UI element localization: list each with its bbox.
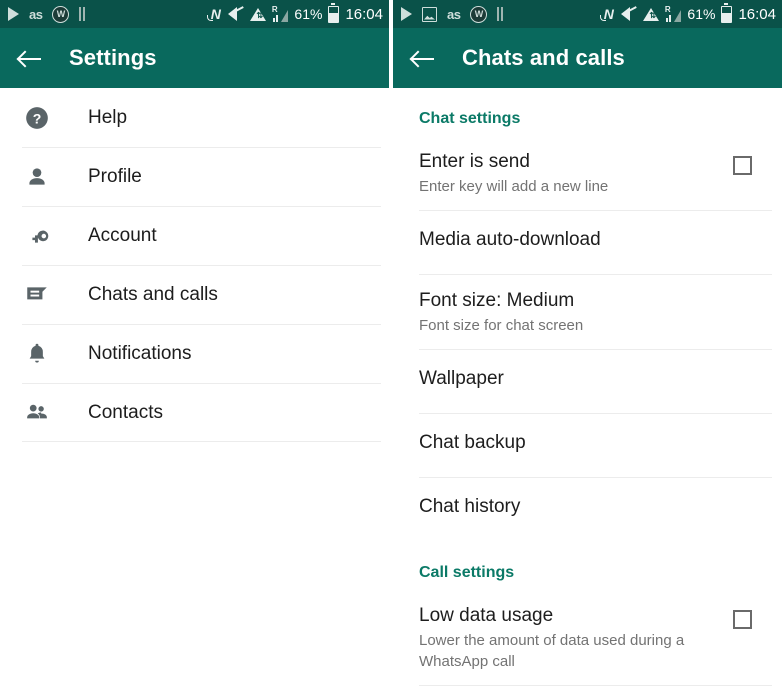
battery-percent-label: 61%: [687, 6, 716, 22]
w-badge-icon: W: [52, 5, 70, 23]
setting-row-wallpaper[interactable]: Wallpaper: [393, 350, 782, 414]
setting-row-enter-is-send[interactable]: Enter is send Enter key will add a new l…: [393, 136, 782, 211]
setting-row-media-auto-download[interactable]: Media auto-download: [393, 211, 782, 275]
nfc-icon: N: [206, 6, 221, 22]
checkbox-enter-is-send[interactable]: [733, 156, 752, 175]
cellular-signal-icon: R: [665, 5, 682, 22]
sidebar-item-label: Contacts: [88, 401, 163, 423]
setting-text: Enter is send Enter key will add a new l…: [419, 150, 733, 197]
page-title: Chats and calls: [462, 45, 625, 70]
back-arrow-icon[interactable]: [17, 45, 43, 71]
w-badge-icon: W: [470, 5, 488, 23]
clock-label: 16:04: [738, 5, 776, 23]
right-panel-chats-and-calls-screen: as W N ⇅ R 61% 16:04 Chats and calls Cha…: [393, 0, 782, 693]
chat-bubble-icon: [20, 278, 54, 312]
play-icon: [8, 7, 19, 21]
battery-icon: [328, 3, 340, 23]
sidebar-item-label: Profile: [88, 165, 142, 187]
page-title: Settings: [69, 45, 157, 70]
image-icon: [422, 6, 437, 22]
setting-row-chat-history[interactable]: Chat history: [393, 478, 782, 542]
sidebar-item-profile[interactable]: Profile: [0, 147, 389, 206]
lastfm-icon: as: [447, 6, 461, 22]
setting-text: Font size: Medium Font size for chat scr…: [419, 289, 782, 336]
section-header-call-settings: Call settings: [419, 564, 515, 581]
sidebar-item-label: Chats and calls: [88, 283, 218, 305]
sidebar-item-label: Notifications: [88, 342, 192, 364]
battery-percent-label: 61%: [294, 6, 323, 22]
setting-row-chat-backup[interactable]: Chat backup: [393, 414, 782, 478]
svg-text:?: ?: [33, 110, 42, 126]
status-bar-left: as W N ⇅ R 61% 16:04: [0, 0, 389, 28]
setting-subtitle: Font size for chat screen: [419, 317, 584, 334]
sidebar-item-account[interactable]: Account: [0, 206, 389, 265]
setting-text: Chat history: [419, 495, 782, 519]
setting-title: Enter is send: [419, 151, 530, 172]
setting-row-font-size[interactable]: Font size: Medium Font size for chat scr…: [393, 275, 782, 350]
section-header-chat-settings: Chat settings: [419, 110, 521, 127]
setting-title: Low data usage: [419, 605, 554, 626]
help-icon: ?: [20, 101, 54, 135]
status-bar-system-icons: N ⇅ R 61% 16:04: [599, 3, 776, 23]
setting-subtitle: Lower the amount of data used during a W…: [419, 632, 685, 670]
sidebar-item-label: Help: [88, 106, 128, 128]
settings-list: ? Help Profile Account Chats and calls N…: [0, 88, 389, 442]
mute-icon: [620, 7, 637, 21]
key-icon: [20, 219, 54, 253]
setting-title: Chat history: [419, 496, 521, 517]
sidebar-item-notifications[interactable]: Notifications: [0, 324, 389, 383]
cellular-signal-icon: R: [272, 5, 289, 22]
wifi-icon: ⇅: [642, 7, 660, 21]
setting-title: Media auto-download: [419, 229, 601, 250]
setting-subtitle: Enter key will add a new line: [419, 178, 609, 195]
setting-text: Chat backup: [419, 431, 782, 455]
nfc-icon: N: [599, 6, 614, 22]
sidebar-item-label: Account: [88, 224, 157, 246]
clock-label: 16:04: [345, 5, 383, 23]
mute-icon: [227, 7, 244, 21]
sidebar-item-chats-and-calls[interactable]: Chats and calls: [0, 265, 389, 324]
status-bar-right: as W N ⇅ R 61% 16:04: [393, 0, 782, 28]
setting-title: Font size: Medium: [419, 290, 575, 311]
checkbox-low-data-usage[interactable]: [733, 610, 752, 629]
sidebar-item-help[interactable]: ? Help: [0, 88, 389, 147]
chats-and-calls-toolbar: Chats and calls: [393, 28, 782, 88]
status-bar-system-icons: N ⇅ R 61% 16:04: [206, 3, 383, 23]
sidebar-item-contacts[interactable]: Contacts: [0, 383, 389, 442]
left-panel-settings-screen: as W N ⇅ R 61% 16:04 Settings ? Help Pro…: [0, 0, 389, 693]
settings-toolbar: Settings: [0, 28, 389, 88]
setting-title: Wallpaper: [419, 368, 504, 389]
setting-text: Wallpaper: [419, 367, 782, 391]
play-icon: [401, 7, 412, 21]
bell-icon: [20, 337, 54, 371]
chats-and-calls-list: Chat settings Enter is send Enter key wi…: [393, 88, 782, 686]
status-bar-notification-icons: as W: [401, 5, 604, 23]
lastfm-icon: as: [29, 6, 43, 22]
setting-row-low-data-usage[interactable]: Low data usage Lower the amount of data …: [393, 590, 782, 686]
setting-text: Low data usage Lower the amount of data …: [419, 604, 733, 672]
wifi-icon: ⇅: [249, 7, 267, 21]
status-bar-notification-icons: as W: [8, 5, 211, 23]
battery-icon: [721, 3, 733, 23]
contacts-icon: [20, 396, 54, 430]
pause-icon: [497, 7, 504, 21]
setting-text: Media auto-download: [419, 228, 782, 252]
pause-icon: [79, 7, 86, 21]
setting-title: Chat backup: [419, 432, 526, 453]
person-icon: [20, 160, 54, 194]
back-arrow-icon[interactable]: [410, 45, 436, 71]
dual-screenshot-container: as W N ⇅ R 61% 16:04 Settings ? Help Pro…: [0, 0, 782, 693]
